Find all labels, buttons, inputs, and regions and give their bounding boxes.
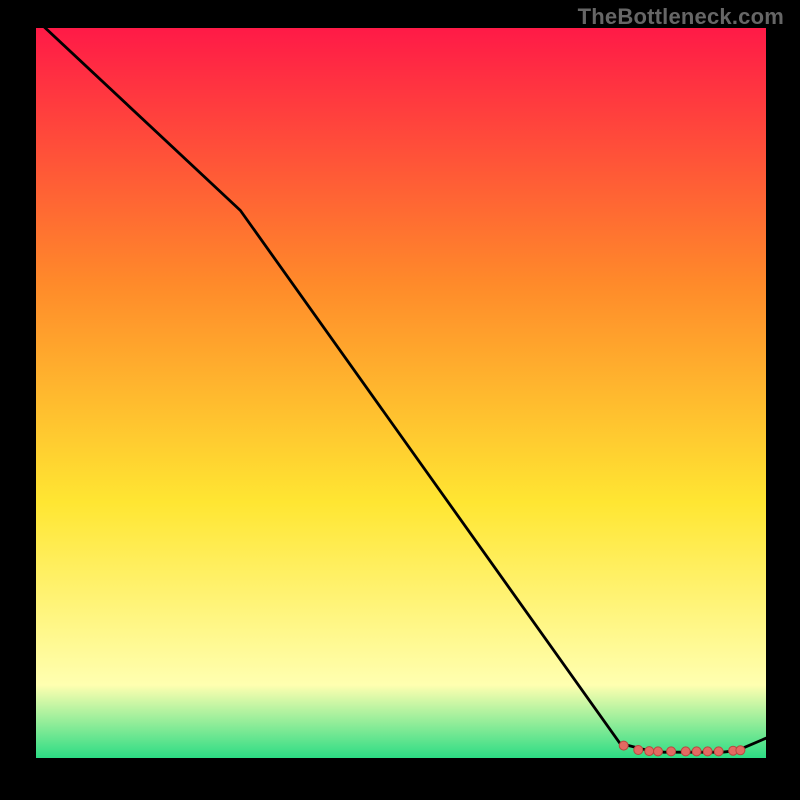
curve-marker xyxy=(654,747,663,756)
curve-marker xyxy=(703,747,712,756)
gradient-background xyxy=(36,28,766,758)
curve-marker xyxy=(714,747,723,756)
plot-area xyxy=(36,28,766,758)
curve-marker xyxy=(645,747,654,756)
curve-marker xyxy=(619,741,628,750)
curve-marker xyxy=(736,746,745,755)
curve-marker xyxy=(667,747,676,756)
curve-marker xyxy=(634,746,643,755)
chart-frame: TheBottleneck.com xyxy=(0,0,800,800)
chart-svg xyxy=(36,28,766,758)
curve-marker xyxy=(681,747,690,756)
watermark-text: TheBottleneck.com xyxy=(578,4,784,30)
curve-marker xyxy=(692,747,701,756)
